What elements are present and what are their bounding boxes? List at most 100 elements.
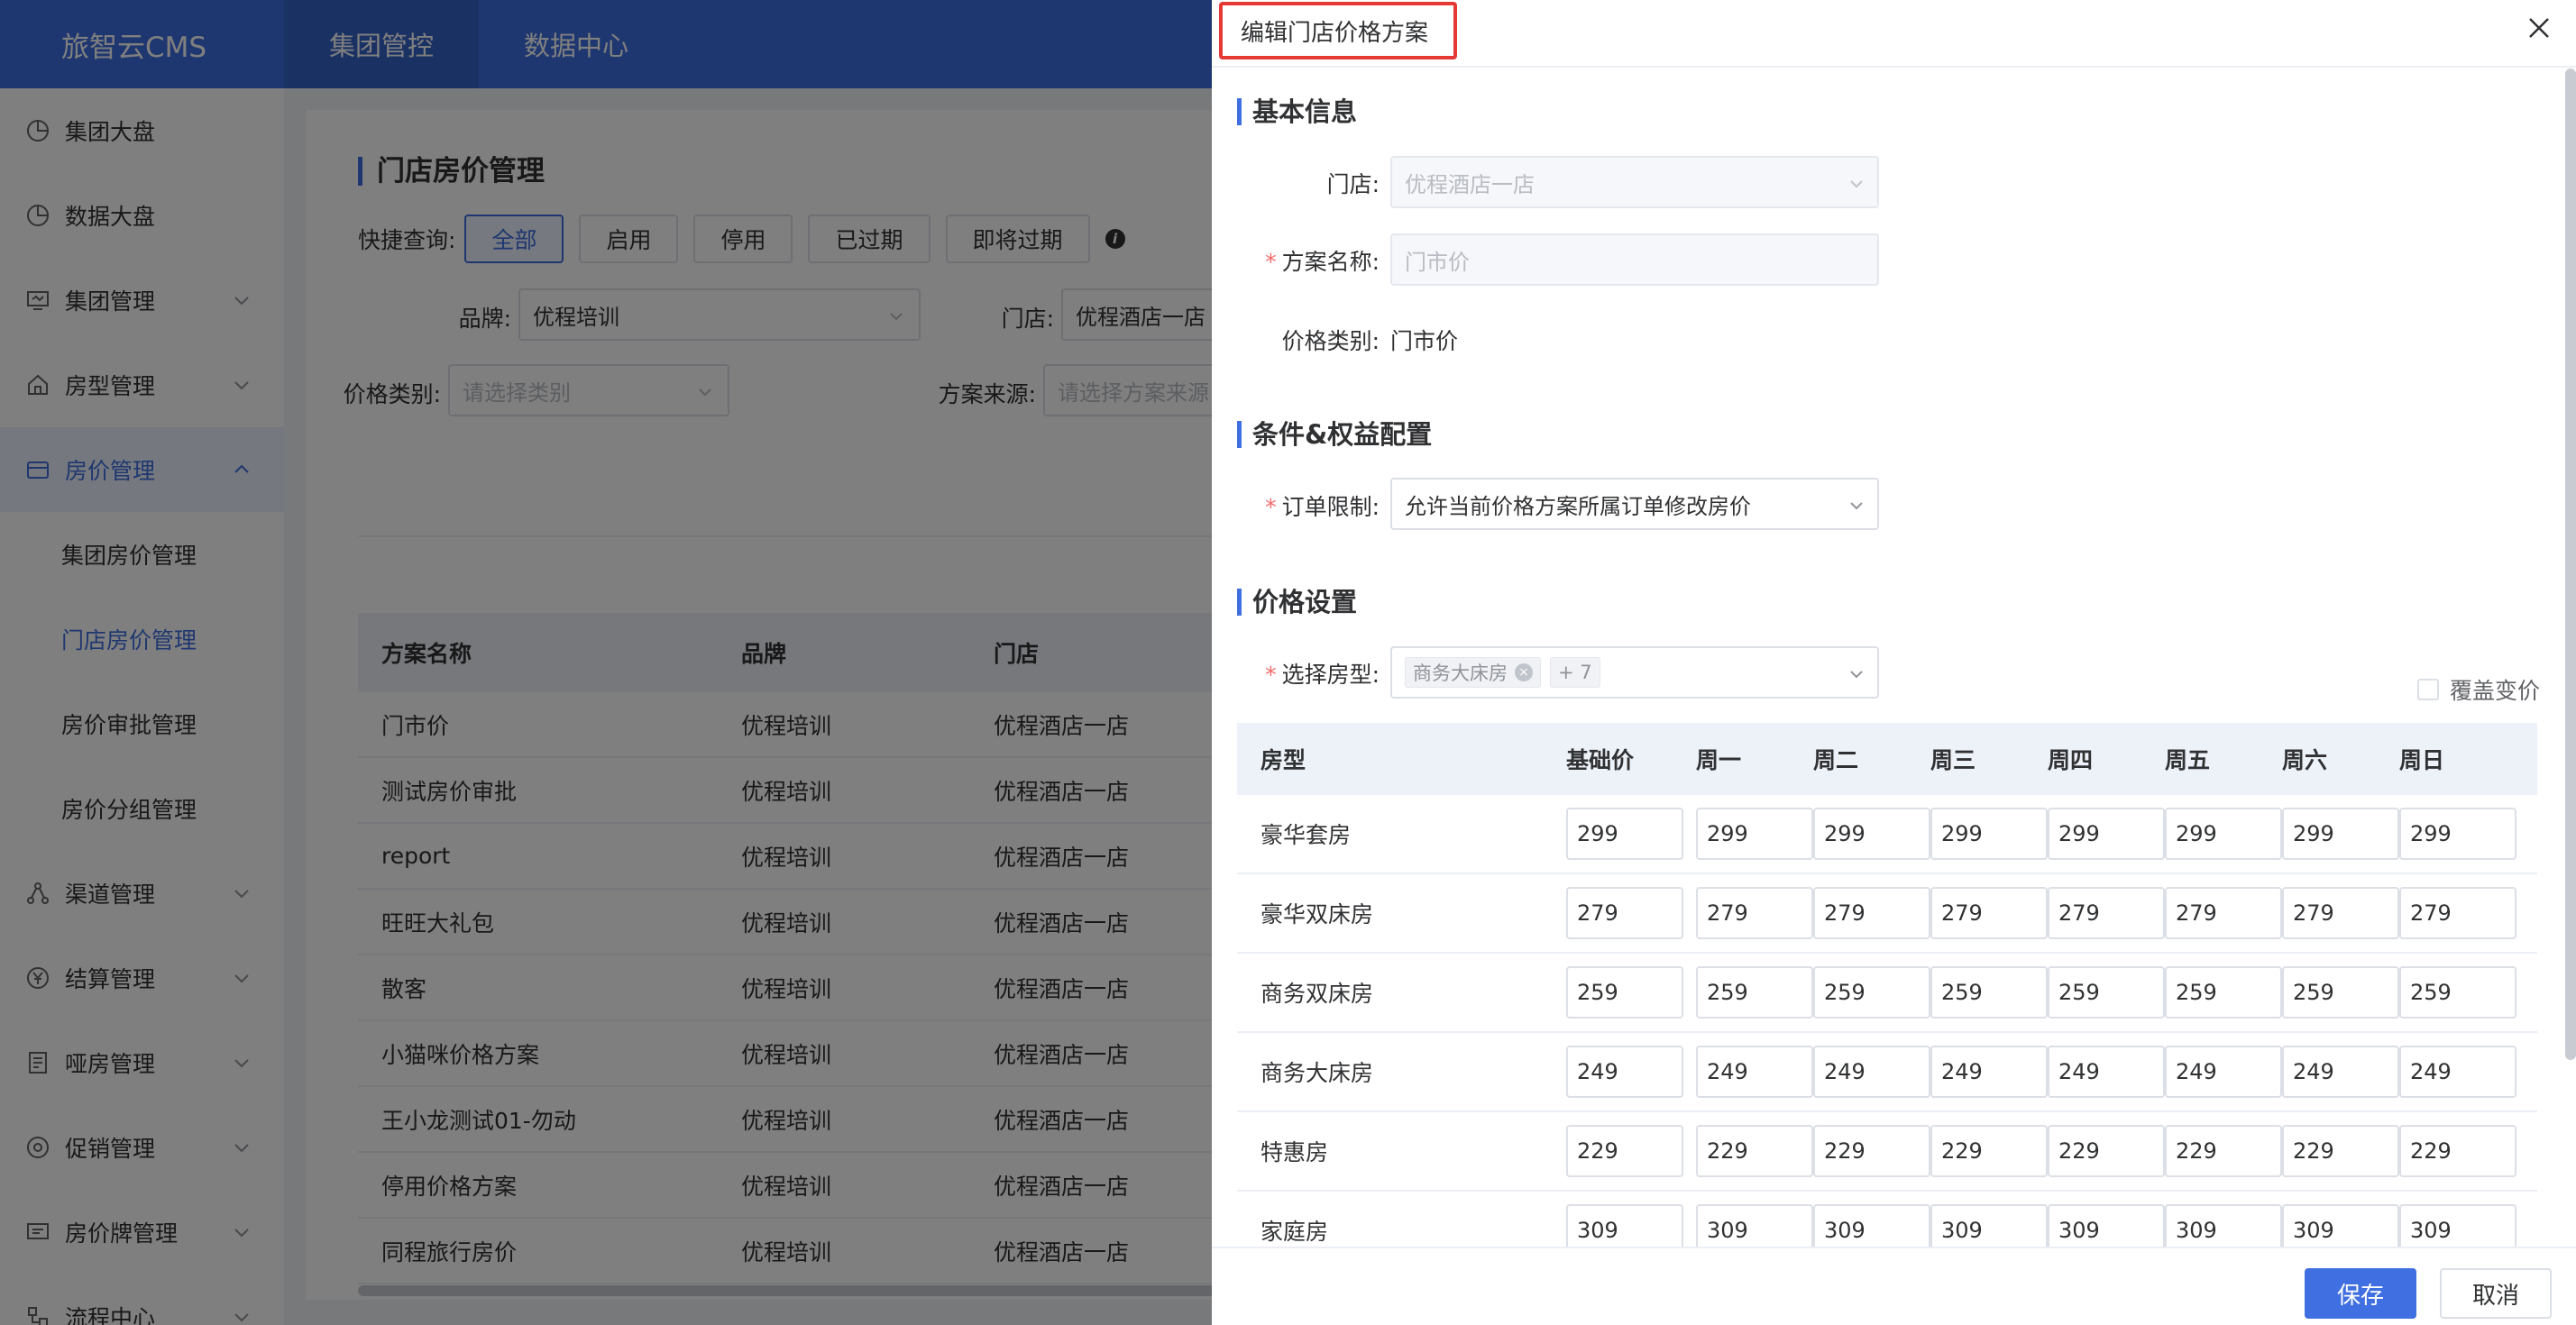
- price-input[interactable]: 259: [2399, 966, 2516, 1019]
- close-icon[interactable]: [2526, 14, 2553, 41]
- price-cell: 259: [2165, 966, 2282, 1019]
- price-input[interactable]: 279: [1813, 887, 1930, 939]
- price-input[interactable]: 259: [2282, 966, 2399, 1019]
- column-header: 周五: [2165, 747, 2211, 773]
- price-input[interactable]: 229: [2282, 1125, 2399, 1177]
- price-row: 家庭房 309 309 309 309 309 309 309 309: [1237, 1192, 2537, 1247]
- price-cell: 249: [1813, 1046, 1930, 1098]
- checkbox[interactable]: [2416, 679, 2439, 700]
- price-cell: 229: [1813, 1125, 1930, 1177]
- price-input[interactable]: 249: [1696, 1046, 1813, 1098]
- chevron-down-icon: [1850, 502, 1863, 510]
- price-input[interactable]: 299: [2165, 808, 2282, 860]
- column-header: 基础价: [1566, 747, 1635, 773]
- price-cell: 259: [1930, 966, 2048, 1019]
- price-input[interactable]: 279: [2282, 887, 2399, 939]
- column-header: 周日: [2399, 747, 2445, 773]
- price-input[interactable]: 279: [2165, 887, 2282, 939]
- price-row: 特惠房 229 229 229 229 229 229 229 229: [1237, 1112, 2537, 1192]
- price-input[interactable]: 309: [1566, 1204, 1683, 1247]
- price-input[interactable]: 309: [1696, 1204, 1813, 1247]
- cover-price-label: 覆盖变价: [2449, 678, 2540, 704]
- price-cell: 299: [1696, 808, 1813, 860]
- price-cell: 309: [1566, 1204, 1696, 1247]
- price-input[interactable]: 309: [2399, 1204, 2516, 1247]
- price-input[interactable]: 299: [1696, 808, 1813, 860]
- price-input[interactable]: 229: [1813, 1125, 1930, 1177]
- price-input[interactable]: 229: [1566, 1125, 1683, 1177]
- order-limit-label: * 订单限制:: [1212, 489, 1380, 522]
- price-cell: 259: [2048, 966, 2165, 1019]
- vertical-scrollbar[interactable]: [2565, 69, 2576, 1060]
- plan-name-label-text: 方案名称:: [1281, 249, 1380, 275]
- price-cell: 279: [1930, 887, 2048, 939]
- room-type-label-text: 选择房型:: [1281, 662, 1380, 688]
- cover-price-checkbox[interactable]: 覆盖变价: [2416, 673, 2540, 706]
- price-input[interactable]: 249: [2165, 1046, 2282, 1098]
- column-header: 周一: [1696, 747, 1742, 773]
- price-input[interactable]: 279: [1566, 887, 1683, 939]
- price-input[interactable]: 229: [2399, 1125, 2516, 1177]
- price-cell: 299: [2399, 808, 2516, 860]
- price-input[interactable]: 249: [1566, 1046, 1683, 1098]
- price-input[interactable]: 299: [1813, 808, 1930, 860]
- save-button[interactable]: 保存: [2305, 1268, 2416, 1319]
- drawer-store-select: 优程酒店一店: [1390, 156, 1879, 208]
- price-cell: 279: [1696, 887, 1813, 939]
- price-input[interactable]: 279: [2399, 887, 2516, 939]
- order-limit-select[interactable]: 允许当前价格方案所属订单修改房价: [1390, 478, 1879, 530]
- price-input[interactable]: 299: [2399, 808, 2516, 860]
- price-cell: 249: [1696, 1046, 1813, 1098]
- price-table-header: 房型 基础价 周一 周二 周三 周四 周五 周六 周日: [1237, 723, 2537, 795]
- price-input[interactable]: 259: [1566, 966, 1683, 1019]
- price-input[interactable]: 259: [2048, 966, 2165, 1019]
- price-cell: 229: [2399, 1125, 2516, 1177]
- price-input[interactable]: 309: [2282, 1204, 2399, 1247]
- price-cell: 309: [1813, 1204, 1930, 1247]
- tag-close-icon[interactable]: ×: [1515, 663, 1533, 681]
- price-input[interactable]: 249: [2282, 1046, 2399, 1098]
- order-limit-label-text: 订单限制:: [1281, 494, 1380, 520]
- price-cell: 299: [1566, 808, 1696, 860]
- price-cell: 249: [2399, 1046, 2516, 1098]
- price-input[interactable]: 309: [2048, 1204, 2165, 1247]
- price-input[interactable]: 229: [2165, 1125, 2282, 1177]
- price-cell: 229: [2048, 1125, 2165, 1177]
- price-input[interactable]: 249: [1813, 1046, 1930, 1098]
- price-cell: 259: [1813, 966, 1930, 1019]
- price-input[interactable]: 309: [1813, 1204, 1930, 1247]
- price-input[interactable]: 259: [1930, 966, 2048, 1019]
- price-input[interactable]: 299: [1566, 808, 1683, 860]
- price-cell: 249: [2048, 1046, 2165, 1098]
- price-input[interactable]: 229: [1696, 1125, 1813, 1177]
- price-table-body: 豪华套房 299 299 299 299 299 299 299 299 豪华双床房 279 279 2…: [1237, 795, 2537, 1247]
- price-input[interactable]: 309: [1930, 1204, 2048, 1247]
- price-input[interactable]: 259: [2165, 966, 2282, 1019]
- price-input[interactable]: 259: [1813, 966, 1930, 1019]
- price-input[interactable]: 299: [2282, 808, 2399, 860]
- room-type-tag: 商务大床房 ×: [1405, 657, 1541, 688]
- price-input[interactable]: 249: [2399, 1046, 2516, 1098]
- price-input[interactable]: 309: [2165, 1204, 2282, 1247]
- price-input[interactable]: 259: [1696, 966, 1813, 1019]
- price-cell: 259: [1696, 966, 1813, 1019]
- section-price-settings: 价格设置: [1237, 589, 1357, 616]
- chevron-down-icon: [1850, 180, 1863, 188]
- price-input[interactable]: 299: [2048, 808, 2165, 860]
- price-input[interactable]: 249: [2048, 1046, 2165, 1098]
- required-mark: *: [1265, 662, 1277, 688]
- price-input[interactable]: 299: [1930, 808, 2048, 860]
- room-type-name: 商务大床房: [1260, 1060, 1374, 1086]
- price-cell: 229: [1566, 1125, 1696, 1177]
- cancel-button[interactable]: 取消: [2440, 1268, 2552, 1319]
- price-input[interactable]: 279: [2048, 887, 2165, 939]
- price-cell: 259: [1566, 966, 1696, 1019]
- price-input[interactable]: 279: [1696, 887, 1813, 939]
- price-input[interactable]: 229: [2048, 1125, 2165, 1177]
- price-input[interactable]: 279: [1930, 887, 2048, 939]
- drawer-title: 编辑门店价格方案: [1219, 2, 1457, 59]
- room-type-name: 特惠房: [1260, 1139, 1329, 1165]
- price-input[interactable]: 249: [1930, 1046, 2048, 1098]
- price-input[interactable]: 229: [1930, 1125, 2048, 1177]
- room-type-select[interactable]: 商务大床房 × + 7: [1390, 646, 1879, 699]
